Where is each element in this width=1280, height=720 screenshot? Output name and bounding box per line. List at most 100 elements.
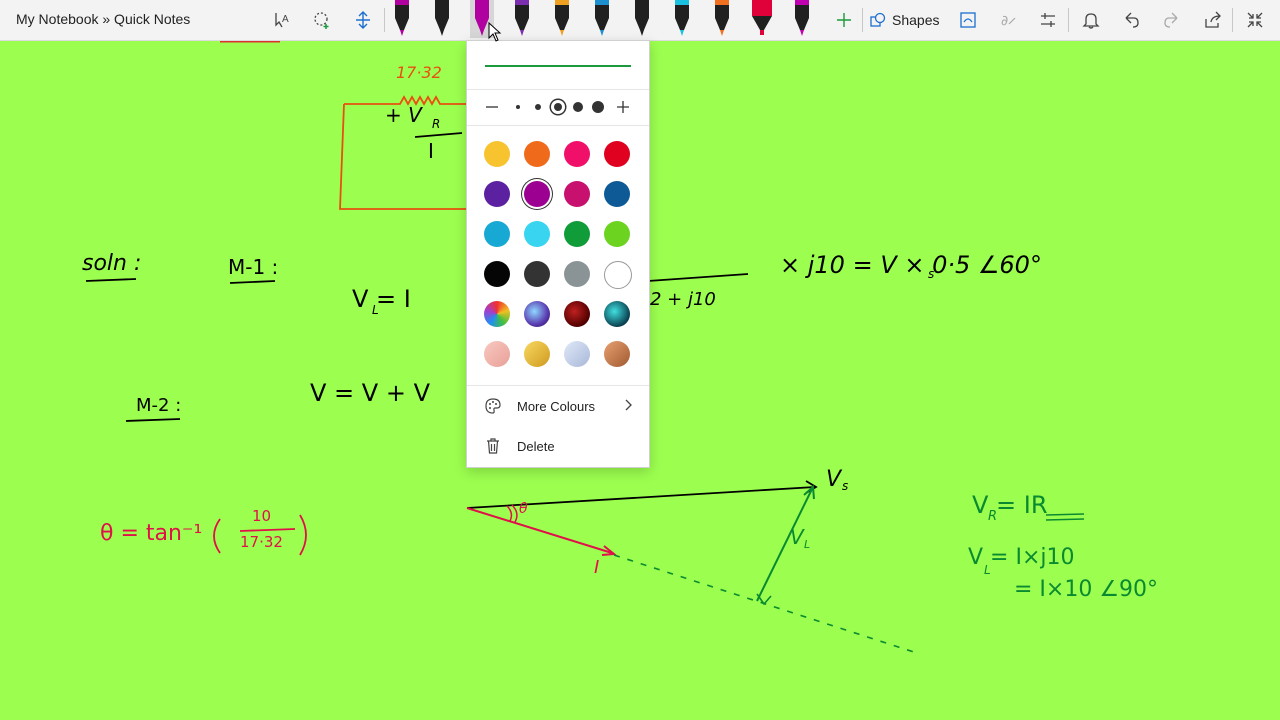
pen-slot-4[interactable] xyxy=(510,0,534,38)
shapes-button[interactable]: Shapes xyxy=(870,8,939,32)
vs-phasor-label: V xyxy=(826,467,842,492)
vr-definition: V = IR xyxy=(972,491,1048,519)
colour-swatch[interactable] xyxy=(524,221,550,247)
colour-swatch[interactable] xyxy=(524,341,550,367)
mouse-cursor-icon xyxy=(488,21,502,47)
colour-swatch[interactable] xyxy=(604,261,632,289)
vl-phasor-sub: L xyxy=(804,538,811,551)
pen-icon xyxy=(675,0,689,36)
pen-icon xyxy=(795,0,809,36)
pen-slot-6[interactable] xyxy=(590,0,614,38)
colour-swatch[interactable] xyxy=(564,141,590,167)
vl-definition-sub: L xyxy=(984,563,991,577)
increase-thickness-button[interactable] xyxy=(611,95,635,119)
thickness-option[interactable] xyxy=(586,95,610,119)
solution-heading: soln : xyxy=(82,251,142,276)
method-2-heading: M-2 : xyxy=(136,395,182,416)
pen-icon xyxy=(715,0,729,36)
resistor-value: 17·32 xyxy=(396,63,442,82)
fraction-denominator: 2 + j10 xyxy=(650,289,716,310)
toolbar-divider xyxy=(1068,8,1069,32)
vs-phasor-sub: s xyxy=(842,479,849,493)
text-select-icon[interactable]: A xyxy=(268,6,296,34)
current-phasor-label: I xyxy=(594,557,600,578)
more-colours-label: More Colours xyxy=(517,398,596,414)
colour-swatch[interactable] xyxy=(564,261,590,287)
colour-swatch[interactable] xyxy=(524,141,550,167)
colour-swatch[interactable] xyxy=(604,301,630,327)
share-icon[interactable] xyxy=(1199,6,1227,34)
colour-swatch[interactable] xyxy=(604,141,630,167)
trash-icon xyxy=(483,436,503,456)
vr-definition-sub: R xyxy=(988,509,998,524)
colour-swatch[interactable] xyxy=(604,341,630,367)
colour-swatch[interactable] xyxy=(604,221,630,247)
vs-equation: V = V + V xyxy=(310,379,430,407)
toolbar-divider xyxy=(384,8,385,32)
theta-equation: θ = tan⁻¹ xyxy=(100,521,203,546)
ribbon-toolbar: My Notebook » Quick Notes A Shapes ∂ xyxy=(0,0,1280,41)
colour-swatch[interactable] xyxy=(564,341,590,367)
pen-slot-7[interactable] xyxy=(630,0,654,38)
stroke-preview xyxy=(467,41,649,90)
vr-polarity-label: + V xyxy=(385,103,422,127)
pen-slot-11[interactable] xyxy=(790,0,814,38)
colour-swatch[interactable] xyxy=(524,261,550,287)
colour-swatch[interactable] xyxy=(484,141,510,167)
palette-icon xyxy=(483,396,503,416)
toolbar-divider xyxy=(862,8,863,32)
delete-pen-button[interactable]: Delete xyxy=(467,427,649,465)
colour-swatch[interactable] xyxy=(524,181,550,207)
pen-slot-2[interactable] xyxy=(430,0,454,38)
more-colours-button[interactable]: More Colours xyxy=(467,387,649,425)
theta-denominator: 17·32 xyxy=(240,533,283,551)
decrease-thickness-button[interactable] xyxy=(480,95,504,119)
colour-swatch[interactable] xyxy=(484,261,510,287)
bell-icon[interactable] xyxy=(1077,6,1105,34)
product-equation-sub: s xyxy=(928,267,935,281)
svg-text:A: A xyxy=(282,14,289,25)
svg-text:∂: ∂ xyxy=(1001,13,1008,29)
pen-slot-5[interactable] xyxy=(550,0,574,38)
pen-slot-9[interactable] xyxy=(710,0,734,38)
colour-swatch[interactable] xyxy=(484,221,510,247)
ink-to-math-icon[interactable]: ∂ xyxy=(994,6,1022,34)
pen-icon xyxy=(635,0,649,36)
pen-icon xyxy=(595,0,609,36)
stroke-preview-line xyxy=(485,65,631,67)
ink-to-shape-icon[interactable] xyxy=(954,6,982,34)
colour-swatch[interactable] xyxy=(484,301,510,327)
circuit-current: I xyxy=(428,139,434,163)
colour-swatch[interactable] xyxy=(564,181,590,207)
colour-swatch[interactable] xyxy=(604,181,630,207)
pen-slot-8[interactable] xyxy=(670,0,694,38)
pen-icon xyxy=(515,0,529,36)
thickness-row xyxy=(467,89,649,126)
redo-icon[interactable] xyxy=(1158,6,1186,34)
pen-icon xyxy=(395,0,409,36)
colour-swatch[interactable] xyxy=(484,341,510,367)
delete-label: Delete xyxy=(517,438,555,454)
breadcrumb[interactable]: My Notebook » Quick Notes xyxy=(16,11,190,27)
collapse-icon[interactable] xyxy=(1241,6,1269,34)
add-space-icon[interactable] xyxy=(349,6,377,34)
pen-slot-1[interactable] xyxy=(390,0,414,38)
ruler-icon[interactable] xyxy=(1034,6,1062,34)
undo-icon[interactable] xyxy=(1117,6,1145,34)
colour-swatch[interactable] xyxy=(524,301,550,327)
vl-equation-sub: L xyxy=(372,303,379,317)
pen-colour-popup: More Colours Delete xyxy=(466,40,650,468)
colour-swatch[interactable] xyxy=(484,181,510,207)
colour-swatch[interactable] xyxy=(564,301,590,327)
vl-equation: V = I xyxy=(352,285,411,313)
pen-icon xyxy=(555,0,569,36)
theta-numerator: 10 xyxy=(252,507,272,525)
vr-polarity-sub: R xyxy=(432,117,441,131)
colour-swatch[interactable] xyxy=(564,221,590,247)
shapes-icon xyxy=(870,12,886,27)
product-equation: × j10 = V × 0·5 ∠60° xyxy=(780,251,1042,279)
lasso-select-icon[interactable] xyxy=(308,6,336,34)
add-pen-icon[interactable] xyxy=(830,6,858,34)
theta-angle-label: θ xyxy=(519,501,528,517)
pen-slot-10[interactable] xyxy=(750,0,774,38)
